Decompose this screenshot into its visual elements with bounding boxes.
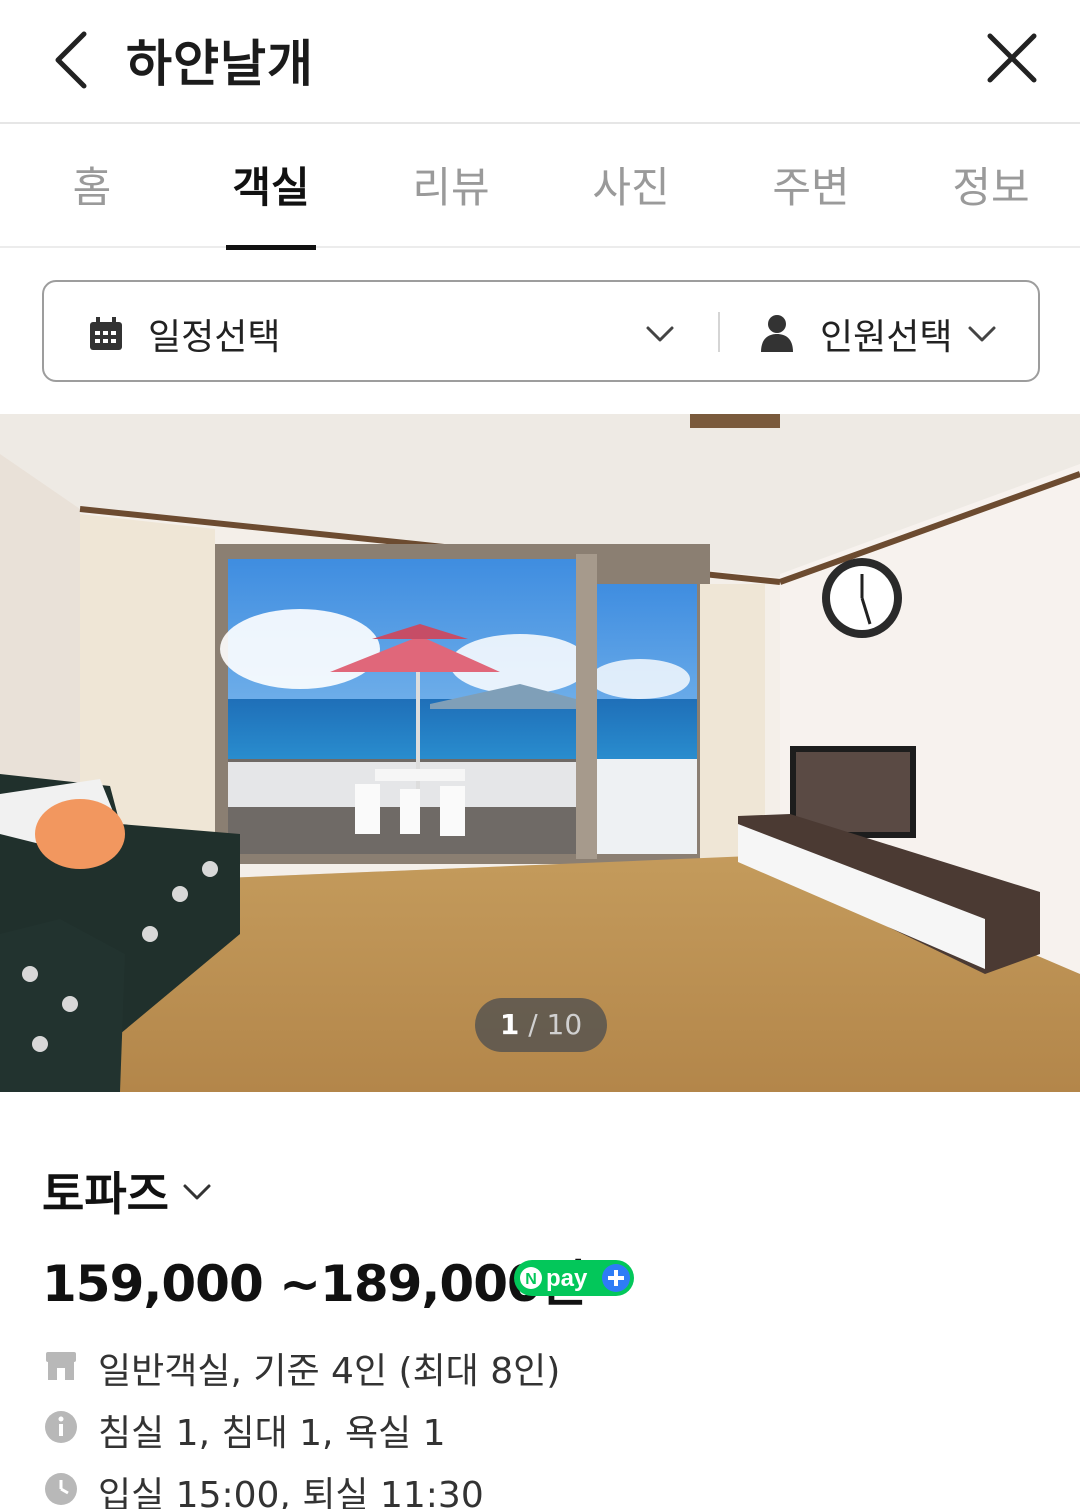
tab-info[interactable]: 정보	[946, 154, 1036, 248]
photo-counter-current: 1	[499, 1008, 520, 1041]
checkin-text: 입실 15:00, 퇴실 11:30	[98, 1475, 484, 1509]
tab-nearby-label: 주변	[772, 163, 850, 212]
room-price: 159,000 ~189,000원	[42, 1255, 587, 1313]
photo-counter-total: 10	[546, 1008, 583, 1041]
room-photo	[0, 414, 1080, 1092]
tab-photos-label: 사진	[592, 163, 670, 212]
tab-reviews-label: 리뷰	[412, 163, 490, 212]
svg-text:N: N	[525, 1271, 537, 1288]
person-icon	[761, 315, 793, 352]
room-name: 토파즈	[42, 1167, 169, 1221]
photo-counter: 1 / 10	[475, 998, 607, 1052]
room-layout-text: 침실 1, 침대 1, 욕실 1	[98, 1413, 446, 1454]
tab-home[interactable]: 홈	[52, 154, 132, 248]
close-icon[interactable]	[984, 30, 1040, 86]
npay-label: pay	[546, 1265, 588, 1292]
clock-icon	[45, 1473, 77, 1505]
info-icon	[45, 1411, 77, 1443]
room-type-icon	[46, 1352, 76, 1380]
room-photo-carousel[interactable]: 1 / 10	[0, 414, 1080, 1092]
chevron-down-icon[interactable]	[966, 318, 998, 350]
room-name-toggle[interactable]: 토파즈	[42, 1158, 214, 1221]
room-type-text: 일반객실, 기준 4인 (최대 8인)	[98, 1351, 561, 1392]
chevron-down-icon	[183, 1184, 211, 1200]
tab-info-label: 정보	[952, 163, 1030, 212]
tab-rooms-label: 객실	[232, 163, 310, 212]
photo-counter-separator: /	[519, 1008, 547, 1041]
page-title: 하얀날개	[126, 35, 314, 93]
back-arrow-icon[interactable]	[46, 28, 102, 92]
tab-bar: 홈 객실 리뷰 사진 주변 정보	[0, 124, 1080, 250]
people-select-button[interactable]: 인원선택	[820, 308, 952, 360]
npay-plus-icon: N pay	[514, 1260, 634, 1296]
header-bar: 하얀날개	[0, 0, 1080, 124]
chevron-down-icon[interactable]	[644, 318, 676, 350]
tab-nearby[interactable]: 주변	[766, 154, 856, 248]
tab-reviews[interactable]: 리뷰	[406, 154, 496, 248]
divider	[718, 312, 720, 352]
calendar-icon	[90, 317, 122, 350]
tab-photos[interactable]: 사진	[586, 154, 676, 248]
date-select-button[interactable]: 일정선택	[148, 308, 280, 360]
tab-rooms[interactable]: 객실	[226, 154, 316, 250]
active-tab-indicator	[226, 245, 316, 250]
booking-selector: 일정선택 인원선택	[42, 280, 1040, 382]
tab-home-label: 홈	[72, 163, 112, 212]
